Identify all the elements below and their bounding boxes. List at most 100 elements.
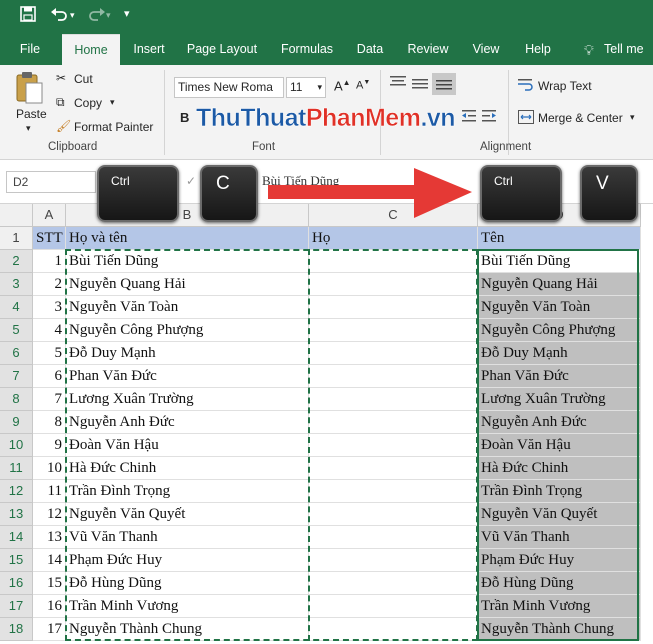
empty-cell[interactable] <box>309 250 478 273</box>
header-cell-full-name[interactable]: Họ và tên <box>66 227 309 250</box>
paste-dropdown-icon[interactable]: ▾ <box>26 123 31 134</box>
row-header[interactable]: 16 <box>0 572 33 595</box>
name-cell[interactable]: Trần Đình Trọng <box>66 480 309 503</box>
name-cell[interactable]: Đoàn Văn Hậu <box>66 434 309 457</box>
undo-icon[interactable] <box>50 6 70 26</box>
undo-dropdown-icon[interactable]: ▾ <box>70 10 75 21</box>
name-cell[interactable]: Trần Minh Vương <box>66 595 309 618</box>
name-cell[interactable]: Nguyễn Văn Quyết <box>66 503 309 526</box>
empty-cell[interactable] <box>309 434 478 457</box>
copy-icon[interactable]: ⧉ <box>56 95 65 110</box>
stt-cell[interactable]: 14 <box>33 549 66 572</box>
pasted-cell[interactable]: Trần Minh Vương <box>478 595 641 618</box>
name-cell[interactable]: Vũ Văn Thanh <box>66 526 309 549</box>
tab-review[interactable]: Review <box>402 34 454 65</box>
select-all-corner[interactable] <box>0 204 33 227</box>
empty-cell[interactable] <box>309 296 478 319</box>
tab-home[interactable]: Home <box>62 34 120 65</box>
row-header[interactable]: 10 <box>0 434 33 457</box>
name-cell[interactable]: Đỗ Duy Mạnh <box>66 342 309 365</box>
pasted-cell[interactable]: Phan Văn Đức <box>478 365 641 388</box>
empty-cell[interactable] <box>309 595 478 618</box>
row-header[interactable]: 5 <box>0 319 33 342</box>
name-cell[interactable]: Phạm Đức Huy <box>66 549 309 572</box>
name-cell[interactable]: Lương Xuân Trường <box>66 388 309 411</box>
name-cell[interactable]: Nguyễn Văn Toàn <box>66 296 309 319</box>
empty-cell[interactable] <box>309 480 478 503</box>
stt-cell[interactable]: 2 <box>33 273 66 296</box>
stt-cell[interactable]: 8 <box>33 411 66 434</box>
row-header[interactable]: 7 <box>0 365 33 388</box>
header-cell-first-name[interactable]: Tên <box>478 227 641 250</box>
empty-cell[interactable] <box>309 388 478 411</box>
tab-tell-me[interactable]: Tell me w <box>604 34 653 87</box>
customize-icon[interactable]: ▾ <box>124 7 130 20</box>
pasted-cell[interactable]: Phạm Đức Huy <box>478 549 641 572</box>
name-box[interactable]: D2 <box>6 171 96 193</box>
cut-icon[interactable]: ✂ <box>56 71 66 85</box>
pasted-cell[interactable]: Hà Đức Chinh <box>478 457 641 480</box>
wrap-text-button[interactable]: Wrap Text <box>538 79 592 93</box>
tab-view[interactable]: View <box>464 34 508 65</box>
stt-cell[interactable]: 7 <box>33 388 66 411</box>
paste-icon[interactable] <box>14 71 44 108</box>
empty-cell[interactable] <box>309 411 478 434</box>
align-middle-icon[interactable] <box>412 77 428 94</box>
pasted-cell[interactable]: Đỗ Hùng Dũng <box>478 572 641 595</box>
row-header[interactable]: 1 <box>0 227 33 250</box>
enter-check-icon[interactable]: ✓ <box>186 174 196 188</box>
name-cell[interactable]: Phan Văn Đức <box>66 365 309 388</box>
row-header[interactable]: 2 <box>0 250 33 273</box>
decrease-font-icon[interactable]: A▼ <box>356 79 370 92</box>
tab-insert[interactable]: Insert <box>124 34 174 65</box>
increase-font-icon[interactable]: A▲ <box>334 78 351 93</box>
stt-cell[interactable]: 1 <box>33 250 66 273</box>
row-header[interactable]: 13 <box>0 503 33 526</box>
pasted-cell[interactable]: Nguyễn Thành Chung <box>478 618 641 641</box>
merge-dropdown-icon[interactable]: ▾ <box>630 112 635 123</box>
indent-icon[interactable] <box>462 109 498 126</box>
stt-cell[interactable]: 3 <box>33 296 66 319</box>
row-header[interactable]: 6 <box>0 342 33 365</box>
row-header[interactable]: 8 <box>0 388 33 411</box>
wrap-text-icon[interactable] <box>518 78 534 95</box>
stt-cell[interactable]: 11 <box>33 480 66 503</box>
header-cell-last-name[interactable]: Họ <box>309 227 478 250</box>
name-cell[interactable]: Nguyễn Quang Hải <box>66 273 309 296</box>
pasted-cell[interactable]: Nguyễn Văn Quyết <box>478 503 641 526</box>
tab-formulas[interactable]: Formulas <box>272 34 342 65</box>
empty-cell[interactable] <box>309 618 478 641</box>
stt-cell[interactable]: 9 <box>33 434 66 457</box>
align-top-icon[interactable] <box>390 75 406 92</box>
row-header[interactable]: 18 <box>0 618 33 641</box>
stt-cell[interactable]: 5 <box>33 342 66 365</box>
empty-cell[interactable] <box>309 273 478 296</box>
header-cell-stt[interactable]: STT <box>33 227 66 250</box>
stt-cell[interactable]: 16 <box>33 595 66 618</box>
name-cell[interactable]: Nguyễn Anh Đức <box>66 411 309 434</box>
pasted-cell[interactable]: Đỗ Duy Mạnh <box>478 342 641 365</box>
redo-dropdown-icon[interactable]: ▾ <box>106 10 111 21</box>
pasted-cell[interactable]: Nguyễn Văn Toàn <box>478 296 641 319</box>
align-bottom-icon[interactable] <box>432 73 456 95</box>
empty-cell[interactable] <box>309 572 478 595</box>
row-header[interactable]: 14 <box>0 526 33 549</box>
pasted-cell[interactable]: Nguyễn Công Phượng <box>478 319 641 342</box>
empty-cell[interactable] <box>309 342 478 365</box>
stt-cell[interactable]: 13 <box>33 526 66 549</box>
pasted-cell[interactable]: Đoàn Văn Hậu <box>478 434 641 457</box>
font-size-field[interactable]: 11 ▾ <box>286 77 326 98</box>
redo-icon[interactable] <box>86 6 106 26</box>
empty-cell[interactable] <box>309 503 478 526</box>
name-cell[interactable]: Nguyễn Thành Chung <box>66 618 309 641</box>
stt-cell[interactable]: 4 <box>33 319 66 342</box>
empty-cell[interactable] <box>309 365 478 388</box>
pasted-cell[interactable]: Trần Đình Trọng <box>478 480 641 503</box>
stt-cell[interactable]: 15 <box>33 572 66 595</box>
pasted-cell[interactable]: Lương Xuân Trường <box>478 388 641 411</box>
tab-file[interactable]: File <box>10 34 50 65</box>
row-header[interactable]: 17 <box>0 595 33 618</box>
empty-cell[interactable] <box>309 319 478 342</box>
stt-cell[interactable]: 6 <box>33 365 66 388</box>
empty-cell[interactable] <box>309 526 478 549</box>
